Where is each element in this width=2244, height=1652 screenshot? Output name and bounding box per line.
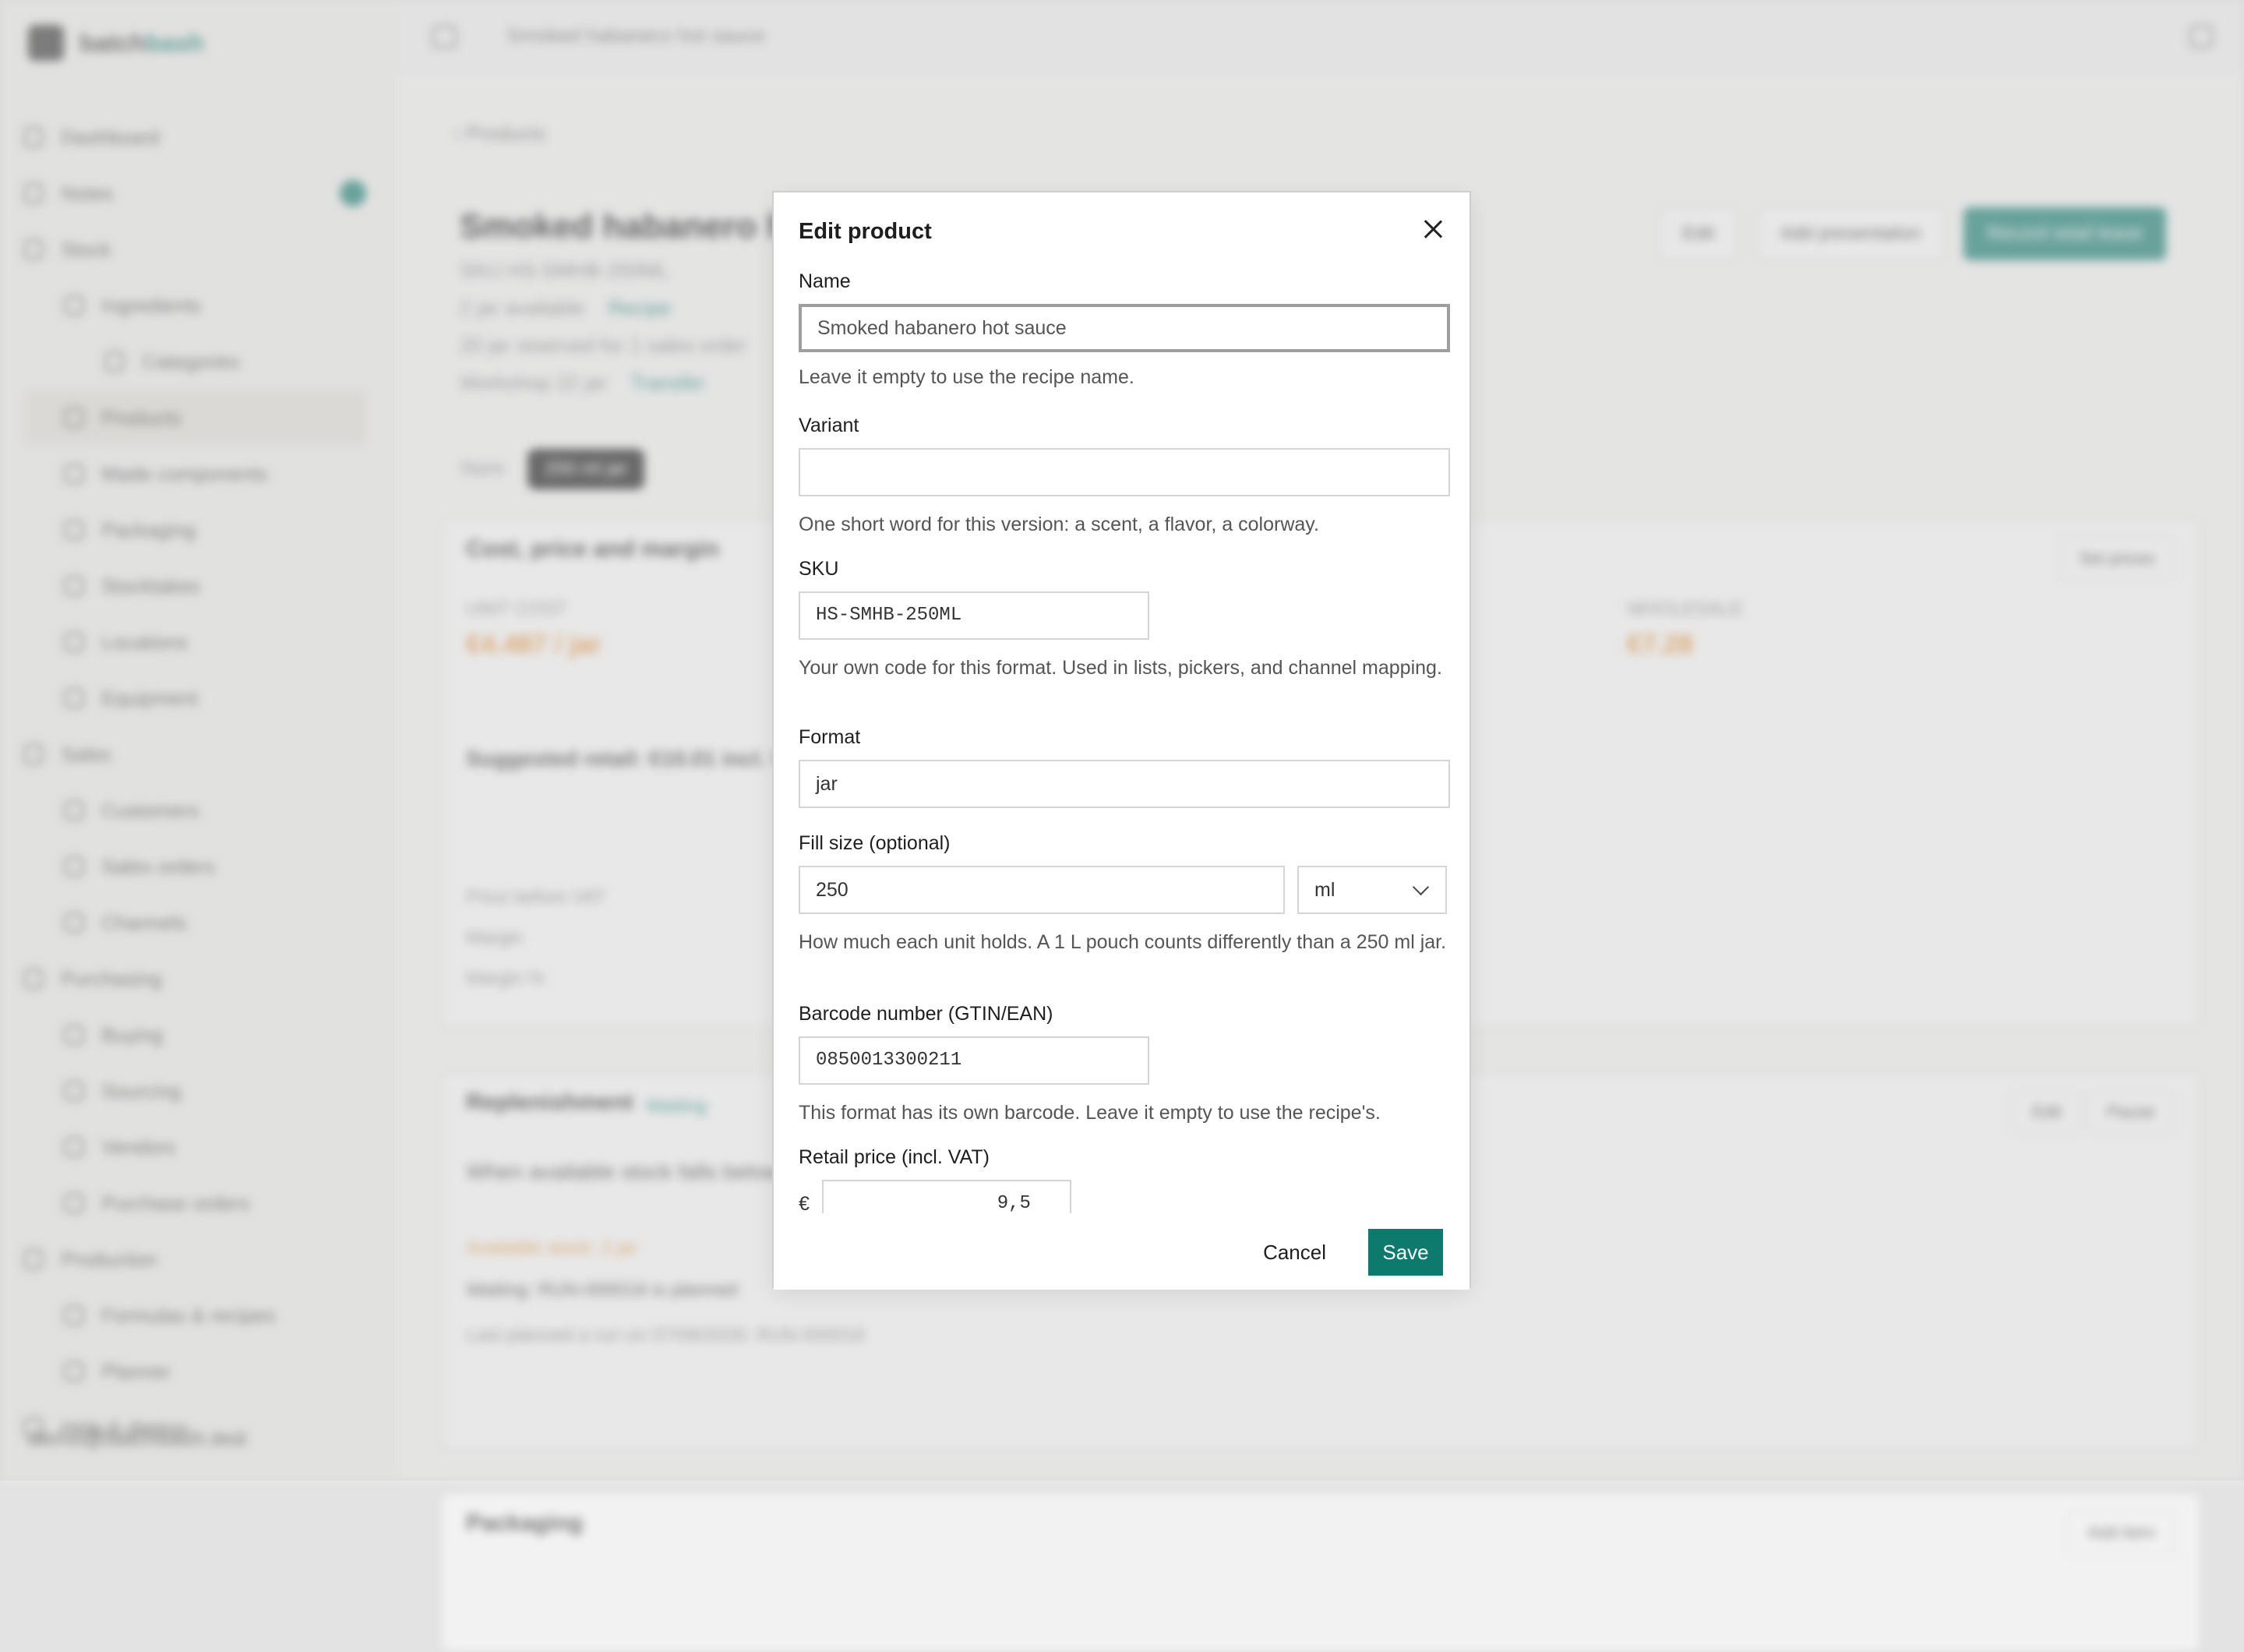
variant-input[interactable] [799, 448, 1450, 496]
name-input[interactable]: Smoked habanero hot sauce [799, 304, 1450, 352]
add-item-button[interactable]: Add item [2067, 1510, 2175, 1555]
format-label: Format [799, 726, 861, 748]
sku-help: Your own code for this format. Used in l… [799, 657, 1442, 679]
retail-price-label: Retail price (incl. VAT) [799, 1146, 990, 1168]
save-button[interactable]: Save [1368, 1229, 1443, 1276]
variant-help: One short word for this version: a scent… [799, 514, 1319, 535]
cancel-button[interactable]: Cancel [1251, 1229, 1339, 1276]
sku-label: SKU [799, 558, 839, 580]
dialog-title: Edit product [799, 219, 932, 244]
packaging-card: Packaging Add item [441, 1493, 2200, 1652]
barcode-label: Barcode number (GTIN/EAN) [799, 1003, 1053, 1025]
fill-unit-select[interactable]: ml [1297, 866, 1447, 914]
fill-unit-value: ml [1314, 878, 1335, 901]
edit-product-dialog: Edit product Name Smoked habanero hot sa… [772, 191, 1471, 1290]
fill-size-label: Fill size (optional) [799, 832, 951, 854]
fill-size-input[interactable]: 250 [799, 866, 1285, 914]
barcode-input[interactable]: 0850013300211 [799, 1036, 1149, 1085]
sku-field-group: SKU HS-SMHB-250ML Your own code for this… [799, 558, 1450, 680]
name-help: Leave it empty to use the recipe name. [799, 366, 1134, 388]
format-input[interactable]: jar [799, 760, 1450, 808]
dialog-footer: Cancel Save [774, 1213, 1470, 1290]
name-field-group: Name Smoked habanero hot sauce Leave it … [799, 270, 1450, 390]
variant-label: Variant [799, 415, 859, 436]
currency-symbol: € [799, 1192, 810, 1215]
barcode-field-group: Barcode number (GTIN/EAN) 0850013300211 … [799, 1003, 1450, 1125]
format-field-group: Format jar [799, 726, 1450, 808]
packaging-title: Packaging [466, 1510, 584, 1536]
close-icon[interactable] [1420, 216, 1446, 242]
fill-size-row: 250 ml [799, 866, 1450, 914]
chevron-down-icon [1412, 878, 1430, 895]
variant-field-group: Variant One short word for this version:… [799, 415, 1450, 537]
name-label: Name [799, 270, 851, 292]
fill-size-help: How much each unit holds. A 1 L pouch co… [799, 931, 1447, 953]
fill-size-field-group: Fill size (optional) 250 ml How much eac… [799, 832, 1450, 955]
barcode-help: This format has its own barcode. Leave i… [799, 1102, 1381, 1124]
sku-input[interactable]: HS-SMHB-250ML [799, 591, 1149, 640]
